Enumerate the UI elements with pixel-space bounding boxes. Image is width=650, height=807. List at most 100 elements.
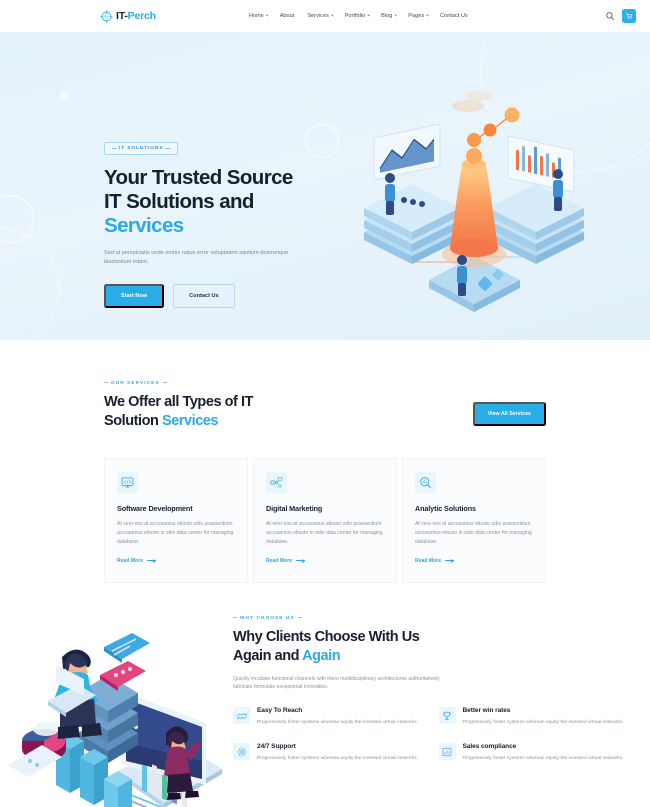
services-header: OUR SERVICES We Offer all Types of IT So… bbox=[104, 380, 546, 432]
service-card[interactable]: Analytic Solutions At vero eos at accusa… bbox=[402, 457, 546, 583]
service-card-text: At vero eos at accusamus etiusto odio pr… bbox=[266, 520, 383, 546]
feature-text: Progressively foster systems whereas equ… bbox=[257, 720, 418, 726]
service-card[interactable]: Software Development At vero eos at accu… bbox=[104, 457, 248, 583]
nav-label: Contact Us bbox=[440, 13, 468, 19]
hero-badge: IT SOLUTIONS bbox=[104, 142, 179, 155]
nav-label: Home bbox=[248, 13, 264, 19]
feature-title: Better win rates bbox=[462, 707, 511, 715]
why-title-line1: Why Clients Choose With Us bbox=[233, 628, 420, 645]
chevron-down-icon: + bbox=[367, 12, 371, 19]
nav-item-home[interactable]: Home + bbox=[249, 13, 269, 19]
read-more-link[interactable]: Read More bbox=[117, 557, 157, 564]
handshake-icon bbox=[233, 707, 250, 725]
header-actions bbox=[604, 9, 636, 23]
why-copy: WHY CHOOSE US Why Clients Choose With Us… bbox=[225, 613, 636, 764]
hero-title-line2: IT Solutions and bbox=[104, 190, 254, 214]
chevron-down-icon: + bbox=[330, 12, 334, 19]
service-card-text: At vero eos at accusamus etiusto odio pr… bbox=[117, 520, 234, 546]
read-more-label: Read More bbox=[266, 557, 293, 564]
feature-title: Sales compliance bbox=[462, 743, 517, 751]
hero-section: IT SOLUTIONS Your Trusted Source IT Solu… bbox=[0, 32, 650, 340]
logo[interactable]: IT-Perch bbox=[100, 9, 156, 23]
gear-globe-icon bbox=[100, 9, 113, 23]
services-title-line1: We Offer all Types of IT bbox=[104, 394, 253, 410]
trophy-icon bbox=[438, 707, 456, 725]
why-choose-us-section: WHY CHOOSE US Why Clients Choose With Us… bbox=[0, 583, 650, 807]
nav-item-blog[interactable]: Blog + bbox=[381, 13, 397, 19]
why-illustration bbox=[0, 613, 225, 807]
services-eyebrow-label: OUR SERVICES bbox=[111, 380, 160, 385]
dash-icon bbox=[112, 148, 116, 149]
dash-icon bbox=[162, 382, 167, 383]
read-more-link[interactable]: Read More bbox=[266, 557, 306, 564]
nav-item-pages[interactable]: Pages + bbox=[408, 13, 429, 19]
hero-actions: Start Now Contact Us bbox=[104, 284, 334, 309]
dash-icon bbox=[297, 616, 302, 618]
services-eyebrow: OUR SERVICES bbox=[104, 380, 253, 385]
main-navigation: Home + About Services + Portfolio + Blog… bbox=[249, 13, 470, 19]
cart-icon[interactable] bbox=[622, 9, 636, 23]
hero-title-line1: Your Trusted Source bbox=[104, 166, 293, 189]
dash-icon bbox=[104, 382, 108, 383]
view-all-services-button[interactable]: View All Services bbox=[472, 401, 546, 426]
chevron-down-icon: + bbox=[394, 12, 398, 19]
why-title-line2: Again and bbox=[233, 647, 303, 664]
service-card-title: Analytic Solutions bbox=[415, 503, 476, 513]
feature-text: Progressively foster systems whereas equ… bbox=[462, 756, 624, 762]
start-now-button[interactable]: Start Now bbox=[104, 284, 165, 309]
hero-badge-label: IT SOLUTIONS bbox=[119, 146, 164, 151]
logo-text: IT-Perch bbox=[116, 10, 156, 22]
logo-prefix: IT- bbox=[116, 10, 128, 22]
why-subtitle: Quickly incubate functional channels wit… bbox=[233, 675, 440, 691]
feature-text: Progressively foster systems whereas equ… bbox=[257, 756, 418, 762]
why-title: Why Clients Choose With Us Again and Aga… bbox=[233, 628, 636, 666]
magnifier-chart-icon bbox=[415, 471, 436, 493]
services-title-line2: Solution bbox=[104, 413, 162, 430]
read-more-link[interactable]: Read More bbox=[415, 558, 455, 564]
chevron-down-icon: + bbox=[426, 12, 430, 19]
contact-us-button[interactable]: Contact Us bbox=[173, 284, 235, 309]
service-card-title: Software Development bbox=[117, 503, 193, 513]
nav-label: Blog bbox=[381, 13, 393, 19]
service-card-title: Digital Marketing bbox=[266, 503, 323, 513]
nav-item-portfolio[interactable]: Portfolio + bbox=[345, 13, 370, 19]
services-card-list: Software Development At vero eos at accu… bbox=[104, 457, 546, 583]
arrow-right-icon bbox=[445, 558, 455, 563]
arrow-right-icon bbox=[296, 558, 306, 563]
feature-item: Easy To Reach Progressively foster syste… bbox=[233, 707, 431, 728]
monitor-code-icon bbox=[117, 471, 138, 493]
why-title-accent: Again bbox=[302, 647, 341, 664]
nav-item-about[interactable]: About bbox=[280, 13, 297, 19]
nav-item-contact-us[interactable]: Contact Us bbox=[440, 13, 470, 19]
hero-subtitle: Sed ut perspiciatis unde omnis natus err… bbox=[104, 249, 289, 266]
service-card[interactable]: Digital Marketing At vero eos at accusam… bbox=[253, 457, 397, 583]
nav-label: Pages bbox=[408, 13, 425, 19]
chevron-down-icon: + bbox=[265, 12, 269, 19]
search-icon[interactable] bbox=[604, 11, 615, 22]
feature-item: Better win rates Progressively foster sy… bbox=[438, 707, 637, 728]
nav-label: Portfolio bbox=[344, 13, 366, 19]
nav-item-services[interactable]: Services + bbox=[307, 13, 333, 19]
feature-title: Easy To Reach bbox=[257, 707, 303, 715]
dash-icon bbox=[166, 148, 171, 149]
dash-icon bbox=[233, 616, 237, 618]
services-title: We Offer all Types of IT Solution Servic… bbox=[104, 393, 253, 432]
feature-title: 24/7 Support bbox=[257, 743, 296, 751]
feature-text: Progressively foster systems whereas equ… bbox=[462, 720, 624, 726]
nav-label: About bbox=[279, 13, 295, 19]
why-eyebrow-label: WHY CHOOSE US bbox=[240, 614, 295, 620]
logo-suffix: Perch bbox=[127, 10, 156, 22]
read-more-label: Read More bbox=[117, 557, 144, 564]
arrow-right-icon bbox=[147, 558, 157, 563]
nav-label: Services bbox=[307, 13, 329, 19]
hero-illustration bbox=[334, 32, 650, 340]
service-card-text: At vero eos at accusamus etiusto odio pr… bbox=[415, 520, 532, 546]
feature-item: 24/7 Support Progressively foster system… bbox=[233, 743, 431, 764]
bar-chart-icon bbox=[438, 743, 456, 761]
network-share-icon bbox=[266, 471, 287, 493]
hero-copy: IT SOLUTIONS Your Trusted Source IT Solu… bbox=[104, 32, 334, 340]
why-feature-list: Easy To Reach Progressively foster syste… bbox=[233, 707, 636, 764]
gear-icon bbox=[233, 743, 250, 761]
site-header: IT-Perch Home + About Services + Portfol… bbox=[0, 0, 650, 32]
why-eyebrow: WHY CHOOSE US bbox=[233, 615, 636, 620]
